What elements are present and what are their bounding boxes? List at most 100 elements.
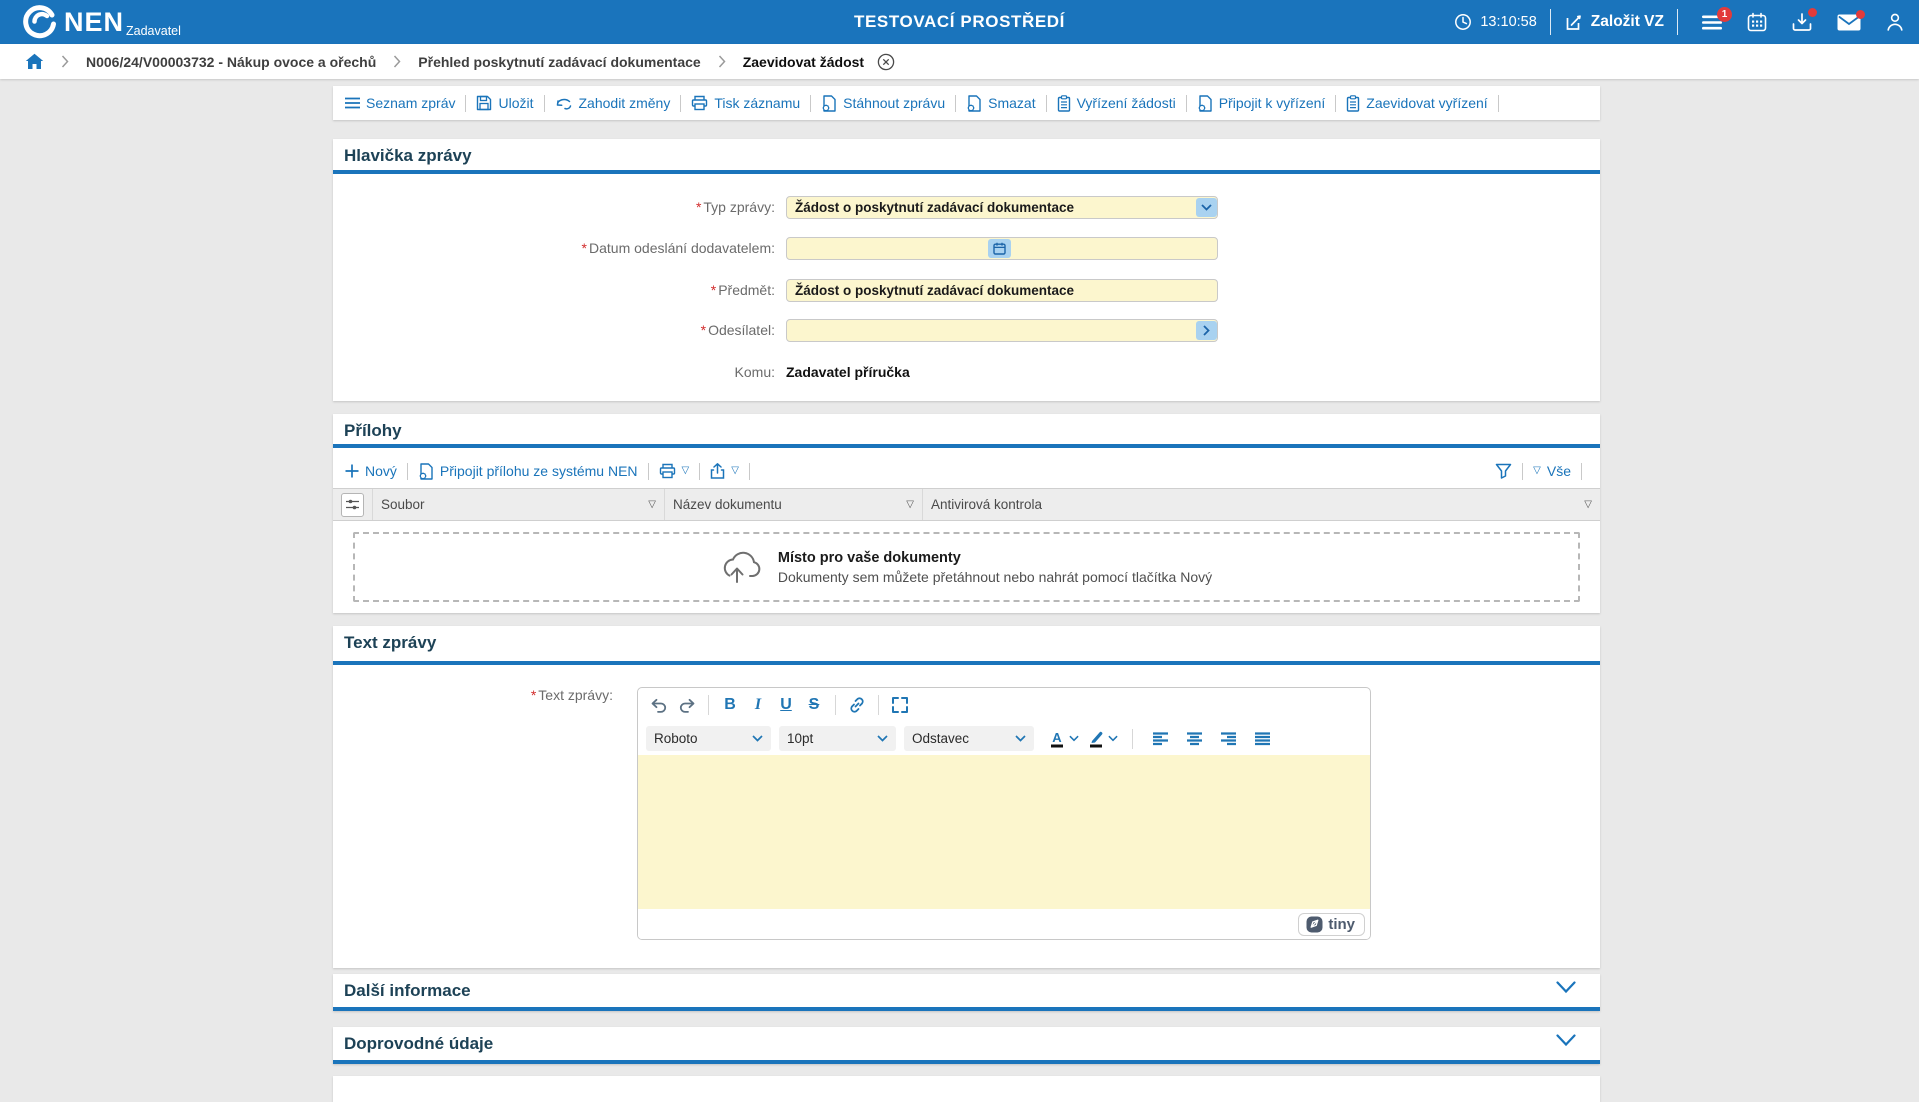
toolbar-divider [1186, 95, 1187, 112]
menu-icon [345, 97, 360, 109]
menu-button[interactable]: 1 [1701, 14, 1723, 31]
toolbar-label: Uložit [498, 95, 533, 111]
close-tab-button[interactable] [877, 53, 895, 71]
save-icon [476, 95, 492, 111]
editor-blockformat-select[interactable]: Odstavec [904, 726, 1034, 751]
editor-redo-button[interactable] [674, 692, 700, 718]
editor-divider [708, 695, 709, 715]
calendar-small-icon [993, 242, 1006, 255]
more-info-section-header[interactable]: Další informace [333, 974, 1600, 1011]
toolbar-label: Zaevidovat vyřízení [1366, 95, 1487, 111]
date-picker-button[interactable] [988, 239, 1011, 258]
breadcrumb-item-procurement[interactable]: N006/24/V00003732 - Nákup ovoce a ořechů [86, 54, 376, 70]
editor-strikethrough-button[interactable]: S [801, 692, 827, 718]
expand-chevron-icon[interactable] [1556, 981, 1576, 994]
type-select-dropdown-button[interactable] [1196, 198, 1217, 217]
toolbar-label: Zahodit změny [579, 95, 671, 111]
toolbar-delete-button[interactable]: Smazat [966, 95, 1035, 112]
editor-font-select[interactable]: Roboto [646, 726, 771, 751]
toolbar-label: Připojit k vyřízení [1219, 95, 1326, 111]
date-label: *Datum odeslání dodavatelem: [333, 240, 775, 256]
sender-lookup-button[interactable] [1196, 321, 1217, 340]
filter-all-button[interactable]: ▽ Vše [1533, 463, 1571, 479]
chevron-down-icon [752, 735, 763, 742]
column-header-soubor[interactable]: Soubor ▽ [373, 489, 665, 520]
column-header-nazev[interactable]: Název dokumentu ▽ [665, 489, 923, 520]
section-rule [333, 170, 1600, 174]
type-label: *Typ zprávy: [333, 199, 775, 215]
editor-undo-button[interactable] [646, 692, 672, 718]
editor-align-center-button[interactable] [1181, 726, 1207, 752]
editor-toolbar-row1: B I U S [638, 688, 1370, 722]
editor-underline-button[interactable]: U [773, 692, 799, 718]
column-filter-icon[interactable]: ▽ [1584, 500, 1592, 510]
toolbar-register-settlement-button[interactable]: Zaevidovat vyřízení [1346, 95, 1487, 112]
svg-text:A: A [1052, 730, 1062, 745]
accompanying-data-section-header[interactable]: Doprovodné údaje [333, 1027, 1600, 1064]
expand-chevron-icon[interactable] [1556, 1034, 1576, 1047]
editor-divider [878, 695, 879, 715]
tiny-brand-link[interactable]: tiny [1298, 913, 1365, 936]
chevron-down-icon [1015, 735, 1026, 742]
toolbar-save-button[interactable]: Uložit [476, 95, 533, 111]
column-settings-button[interactable] [341, 493, 364, 517]
clock-icon [1454, 13, 1472, 31]
export-attachments-button[interactable]: ▽ [710, 463, 739, 479]
toolbar-download-message-button[interactable]: Stáhnout zprávu [821, 95, 945, 112]
toolbar-discard-button[interactable]: Zahodit změny [555, 95, 671, 111]
fullscreen-icon [891, 696, 909, 714]
dropzone-text: Místo pro vaše dokumenty Dokumenty sem m… [778, 550, 1212, 585]
clipboard-icon [1346, 95, 1360, 112]
attach-from-nen-button[interactable]: Připojit přílohu ze systému NEN [418, 463, 638, 480]
column-filter-icon[interactable]: ▽ [906, 500, 914, 510]
new-attachment-button[interactable]: Nový [345, 463, 397, 479]
printer-icon [691, 95, 708, 111]
message-type-select[interactable]: Žádost o poskytnutí zadávací dokumentace [786, 196, 1218, 219]
align-justify-icon [1254, 732, 1271, 746]
editor-textcolor-button[interactable]: A [1048, 729, 1079, 749]
editor-align-right-button[interactable] [1215, 726, 1241, 752]
toolbar-divider [1046, 95, 1047, 112]
calendar-button[interactable] [1747, 12, 1767, 32]
editor-justify-button[interactable] [1249, 726, 1275, 752]
breadcrumb-chevron [718, 55, 726, 68]
nen-logo[interactable]: NEN Zadavatel [22, 4, 181, 40]
subject-input[interactable]: Žádost o poskytnutí zadávací dokumentace [786, 279, 1218, 302]
toolbar-divider [680, 95, 681, 112]
print-attachments-button[interactable]: ▽ [659, 463, 690, 479]
dropdown-arrow-icon: ▽ [1533, 466, 1541, 476]
toolbar-request-settlement-button[interactable]: Vyřízení žádosti [1057, 95, 1176, 112]
toolbar-print-button[interactable]: Tisk záznamu [691, 95, 800, 111]
toolbar-attach-to-settlement-button[interactable]: Připojit k vyřízení [1197, 95, 1326, 112]
editor-text-area[interactable] [638, 755, 1370, 909]
breadcrumb: N006/24/V00003732 - Nákup ovoce a ořechů… [0, 44, 1919, 79]
editor-link-button[interactable] [844, 692, 870, 718]
downloads-button[interactable] [1791, 12, 1813, 32]
downloads-notification-dot [1808, 8, 1817, 17]
create-vz-button[interactable]: Založit VZ [1564, 13, 1664, 32]
filter-button[interactable] [1495, 463, 1512, 479]
toolbar-message-list-button[interactable]: Seznam zpráv [345, 95, 455, 111]
editor-fullscreen-button[interactable] [887, 692, 913, 718]
editor-italic-button[interactable]: I [745, 692, 771, 718]
column-header-antivir[interactable]: Antivirová kontrola ▽ [923, 489, 1600, 520]
attachments-table-header: Soubor ▽ Název dokumentu ▽ Antivirová ko… [333, 488, 1600, 521]
section-title: Text zprávy [344, 633, 436, 653]
editor-bold-button[interactable]: B [717, 692, 743, 718]
column-filter-icon[interactable]: ▽ [648, 500, 656, 510]
attachments-toolbar: Nový Připojit přílohu ze systému NEN ▽ [345, 458, 1592, 484]
chevron-down-icon [1069, 735, 1079, 742]
breadcrumb-item-overview[interactable]: Přehled poskytnutí zadávací dokumentace [418, 54, 700, 70]
toolbar-label: Připojit přílohu ze systému NEN [440, 463, 638, 479]
messages-button[interactable] [1837, 14, 1861, 31]
sender-input[interactable] [786, 319, 1218, 342]
attachments-dropzone[interactable]: Místo pro vaše dokumenty Dokumenty sem m… [353, 532, 1580, 602]
toolbar-divider [1335, 95, 1336, 112]
toolbar-label: Stáhnout zprávu [843, 95, 945, 111]
home-button[interactable] [25, 53, 44, 70]
header-divider [1550, 9, 1551, 35]
editor-align-left-button[interactable] [1147, 726, 1173, 752]
editor-fontsize-select[interactable]: 10pt [779, 726, 896, 751]
user-profile-button[interactable] [1885, 12, 1905, 32]
editor-highlight-button[interactable] [1087, 729, 1118, 749]
